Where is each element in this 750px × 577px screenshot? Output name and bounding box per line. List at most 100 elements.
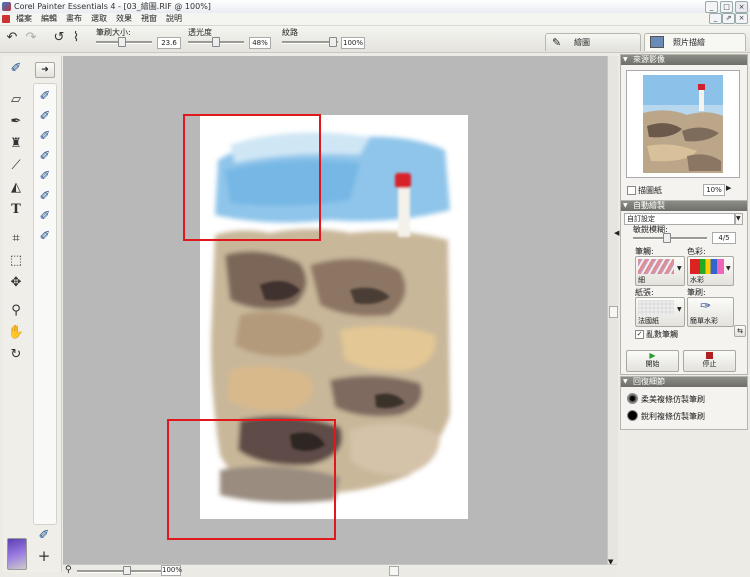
marquee-icon[interactable]: ⬚ bbox=[7, 252, 25, 270]
brush-variant-strip: ✐ ✐ ✐ ✐ ✐ ✐ ✐ ✐ bbox=[33, 83, 57, 525]
grain-value[interactable]: 100% bbox=[341, 37, 365, 49]
undo-icon[interactable]: ↶ bbox=[3, 29, 21, 47]
grabber-hand-icon[interactable]: ✋ bbox=[7, 324, 25, 342]
eraser-icon[interactable]: ▱ bbox=[7, 91, 25, 109]
stroke-dropdown-icon: ▼ bbox=[677, 265, 682, 272]
brush-tool-icon[interactable]: ⌇ bbox=[67, 29, 85, 47]
status-bar: ⚲ 100% bbox=[63, 564, 617, 577]
stop-label: 停止 bbox=[702, 360, 717, 368]
doc-restore-button[interactable]: ⇗ bbox=[722, 13, 735, 24]
brush-variant-icon[interactable]: ✐ bbox=[36, 168, 54, 186]
rotate-canvas-icon[interactable]: ↻ bbox=[7, 346, 25, 364]
sensitivity-value[interactable]: 4/5 bbox=[712, 232, 736, 244]
canvas-area[interactable] bbox=[63, 56, 607, 564]
brush-variant-icon[interactable]: ✐ bbox=[36, 228, 54, 246]
restore-panel-header[interactable]: 回復細節 bbox=[621, 377, 747, 387]
paint-bucket-icon[interactable]: ◭ bbox=[7, 179, 25, 197]
property-bar: ↶ ↷ ↺ ⌇ 筆刷大小: 23.6 透光度 48% 紋路 100% 繪圖 ✎ … bbox=[0, 26, 750, 53]
soft-clone-brush-icon[interactable] bbox=[627, 393, 638, 404]
color-value: 水彩 bbox=[690, 276, 704, 284]
panel-collapse-arrow[interactable]: ◀ bbox=[614, 229, 619, 237]
hard-clone-brush-label[interactable]: 銳利複條仿製筆刷 bbox=[641, 411, 705, 422]
stroke-preview bbox=[638, 259, 674, 274]
dropper-icon[interactable]: ✒ bbox=[7, 113, 25, 131]
crop-icon[interactable]: ⌗ bbox=[7, 230, 25, 248]
magnifier-icon[interactable]: ⚲ bbox=[7, 302, 25, 320]
title-bar: Corel Painter Essentials 4 - [03_繪圖.RIF … bbox=[0, 0, 750, 14]
brush-variant-icon[interactable]: ✐ bbox=[36, 128, 54, 146]
stamp-icon[interactable]: ♜ bbox=[7, 135, 25, 153]
doc-minimize-button[interactable]: _ bbox=[709, 13, 722, 24]
tracing-paper-checkbox[interactable] bbox=[627, 186, 636, 195]
menu-effects[interactable]: 效果 bbox=[116, 13, 132, 25]
menu-canvas[interactable]: 畫布 bbox=[66, 13, 82, 25]
transform-icon[interactable]: ✥ bbox=[7, 274, 25, 292]
vertical-scrollbar[interactable] bbox=[607, 56, 618, 564]
maximize-button[interactable]: □ bbox=[720, 1, 733, 13]
start-button[interactable]: ▶ 開始 bbox=[626, 350, 679, 372]
source-image-panel: 來源影像 描圖紙 10% ▶ bbox=[620, 54, 748, 201]
thumbnail-zoom-dropdown-icon[interactable]: ▶ bbox=[726, 184, 731, 192]
zoom-icon[interactable]: ⚲ bbox=[65, 565, 72, 575]
highlight-box-rocks bbox=[167, 419, 336, 540]
brush-size-knob[interactable] bbox=[118, 37, 126, 47]
paper-select[interactable]: 法國紙 ▼ bbox=[635, 297, 685, 327]
thumbnail-zoom-value[interactable]: 10% bbox=[703, 184, 725, 196]
auto-painting-panel: 自動繪製 自訂設定 ▼ 敏銳模糊: 4/5 ◀ 筆觸: 細 ▼ 色彩: 水彩 ▼… bbox=[614, 200, 748, 375]
add-brush-icon[interactable]: + bbox=[35, 547, 53, 565]
brush-size-value[interactable]: 23.6 bbox=[157, 37, 181, 49]
color-swatch[interactable] bbox=[7, 538, 27, 570]
zoom-value[interactable]: 100% bbox=[161, 565, 182, 576]
menu-edit[interactable]: 編輯 bbox=[41, 13, 57, 25]
opacity-value[interactable]: 48% bbox=[249, 37, 271, 49]
paint-brush-icon: ✎ bbox=[552, 36, 562, 49]
menu-window[interactable]: 視窗 bbox=[141, 13, 157, 25]
grain-knob[interactable] bbox=[329, 37, 337, 47]
zoom-slider[interactable] bbox=[77, 570, 162, 573]
brush-selector-icon[interactable]: ✐ bbox=[7, 60, 25, 78]
brush-variant-icon[interactable]: ✐ bbox=[36, 108, 54, 126]
brush-variant-icon[interactable]: ✐ bbox=[36, 208, 54, 226]
brush-variant-icon[interactable]: ✐ bbox=[36, 148, 54, 166]
expand-toolbox-button[interactable]: ➜ bbox=[35, 62, 55, 78]
stroke-value: 細 bbox=[638, 276, 645, 284]
eyedropper-icon[interactable]: ⟋ bbox=[7, 157, 25, 175]
scroll-thumb[interactable] bbox=[609, 306, 618, 318]
brush-library-icon[interactable]: ✐ bbox=[35, 527, 53, 545]
minimize-button[interactable]: _ bbox=[705, 1, 718, 13]
play-icon: ▶ bbox=[649, 351, 656, 360]
stroke-select[interactable]: 細 ▼ bbox=[635, 256, 685, 286]
window-title: Corel Painter Essentials 4 - [03_繪圖.RIF … bbox=[14, 2, 211, 11]
hscroll-thumb[interactable] bbox=[389, 566, 399, 576]
doc-close-button[interactable]: × bbox=[735, 13, 748, 24]
stop-button[interactable]: 停止 bbox=[683, 350, 736, 372]
brush-options-button[interactable]: ⇆ bbox=[734, 325, 746, 337]
sensitivity-knob[interactable] bbox=[663, 233, 671, 243]
color-select[interactable]: 水彩 ▼ bbox=[687, 256, 734, 286]
color-dropdown-icon: ▼ bbox=[726, 265, 731, 272]
watercolor-brush-icon: ✑ bbox=[700, 299, 711, 314]
menu-bar: 檔案 編輯 畫布 選取 效果 視窗 說明 _ ⇗ × bbox=[0, 13, 750, 26]
paper-value: 法國紙 bbox=[638, 317, 659, 325]
menu-file[interactable]: 檔案 bbox=[16, 13, 32, 25]
color-preview bbox=[690, 259, 724, 274]
paper-dropdown-icon: ▼ bbox=[677, 306, 682, 313]
source-panel-header[interactable]: 來源影像 bbox=[621, 55, 747, 65]
opacity-knob[interactable] bbox=[212, 37, 220, 47]
random-stroke-checkbox[interactable]: ✓ bbox=[635, 330, 644, 339]
zoom-knob[interactable] bbox=[123, 566, 131, 575]
hard-clone-brush-icon[interactable] bbox=[627, 410, 638, 421]
brush-variant-icon[interactable]: ✐ bbox=[36, 88, 54, 106]
preset-dropdown-icon[interactable]: ▼ bbox=[734, 213, 743, 225]
rotate-page-icon[interactable]: ↺ bbox=[50, 29, 68, 47]
auto-paint-panel-header[interactable]: 自動繪製 bbox=[621, 201, 747, 211]
brush-variant-icon[interactable]: ✐ bbox=[36, 188, 54, 206]
soft-clone-brush-label[interactable]: 柔美複條仿製筆刷 bbox=[641, 394, 705, 405]
redo-icon[interactable]: ↷ bbox=[22, 29, 40, 47]
menu-help[interactable]: 說明 bbox=[166, 13, 182, 25]
close-button[interactable]: × bbox=[735, 1, 748, 13]
menu-select[interactable]: 選取 bbox=[91, 13, 107, 25]
text-tool-icon[interactable]: T bbox=[7, 201, 25, 219]
source-image-thumbnail bbox=[626, 70, 740, 178]
brush-select[interactable]: ✑ 簡單水彩 bbox=[687, 297, 734, 327]
